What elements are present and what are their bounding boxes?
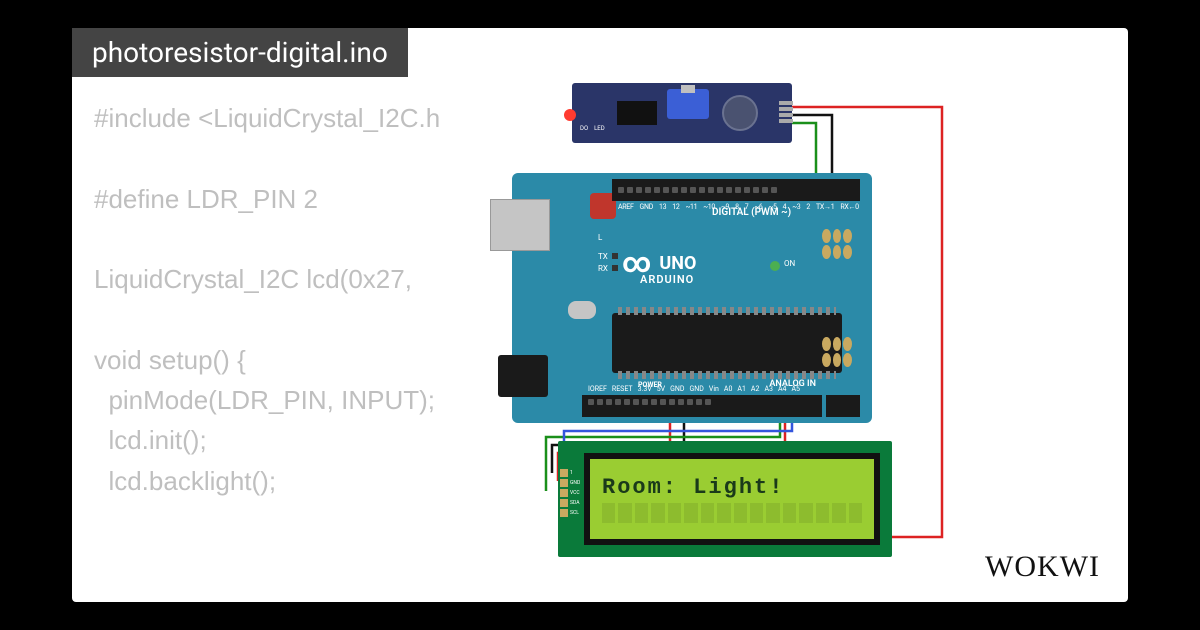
crystal-oscillator-icon <box>568 301 596 319</box>
ldr-sensor-module[interactable]: DO LED <box>572 83 792 143</box>
l-led-label: L <box>598 233 602 242</box>
arduino-brand-text: ARDUINO <box>640 273 694 286</box>
on-led-label: ON <box>784 259 795 268</box>
filename-tab: photoresistor-digital.ino <box>72 28 408 77</box>
bottom-pin-labels: IOREFRESET3.3V5VGNDGNDVinA0A1A2A3A4A5 <box>588 385 800 393</box>
sensor-led-icon <box>564 109 576 121</box>
sensor-potentiometer[interactable] <box>667 89 709 119</box>
code-line: LiquidCrystal_I2C lcd(0x27, <box>94 264 412 294</box>
project-card: photoresistor-digital.ino #include <Liqu… <box>72 28 1128 602</box>
code-line: #define LDR_PIN 2 <box>94 184 318 214</box>
circuit-canvas[interactable]: DO LED AREFGND1312~11~10~987~6~54~32TX→1… <box>472 83 992 553</box>
code-line: lcd.init(); <box>94 425 207 455</box>
lcd-screen: Room: Light! <box>584 453 880 545</box>
usb-port-icon <box>490 199 550 251</box>
code-line: void setup() { <box>94 345 246 375</box>
lcd-pin-header: 1 GND VCC SDA SCL <box>560 469 580 517</box>
digital-pin-header[interactable] <box>612 179 860 201</box>
sensor-pin-header <box>779 101 793 123</box>
sensor-comparator-chip <box>617 101 657 125</box>
code-line: #include <LiquidCrystal_I2C.h <box>94 103 440 133</box>
sensor-silk-labels: DO LED <box>580 125 605 132</box>
wire-do <box>792 123 824 179</box>
code-line: pinMode(LDR_PIN, INPUT); <box>94 385 435 415</box>
lcd-line-1: Room: Light! <box>602 475 862 501</box>
power-analog-pin-header[interactable] <box>582 395 822 417</box>
code-editor[interactable]: #include <LiquidCrystal_I2C.h #define LD… <box>94 98 440 501</box>
code-line: lcd.backlight(); <box>94 466 276 496</box>
power-jack-icon <box>498 355 548 397</box>
atmega-chip-icon <box>612 313 842 373</box>
lcd-i2c-module[interactable]: 1 GND VCC SDA SCL Room: Light! <box>558 441 892 557</box>
icsp-header-1 <box>822 229 852 259</box>
board-name: UNO <box>659 253 696 274</box>
icsp-header-2 <box>822 337 852 367</box>
arduino-uno-board[interactable]: AREFGND1312~11~10~987~6~54~32TX→1RX←0 DI… <box>512 173 872 423</box>
filename-text: photoresistor-digital.ino <box>92 36 388 69</box>
on-led-icon <box>770 261 780 271</box>
digital-section-label: DIGITAL (PWM ~) <box>712 207 791 218</box>
ldr-icon[interactable] <box>722 95 758 131</box>
wokwi-logo: WOKWI <box>985 550 1100 584</box>
tx-rx-labels: TX RX <box>598 251 618 275</box>
aux-pin-header <box>826 395 860 417</box>
lcd-line-2 <box>602 503 862 523</box>
